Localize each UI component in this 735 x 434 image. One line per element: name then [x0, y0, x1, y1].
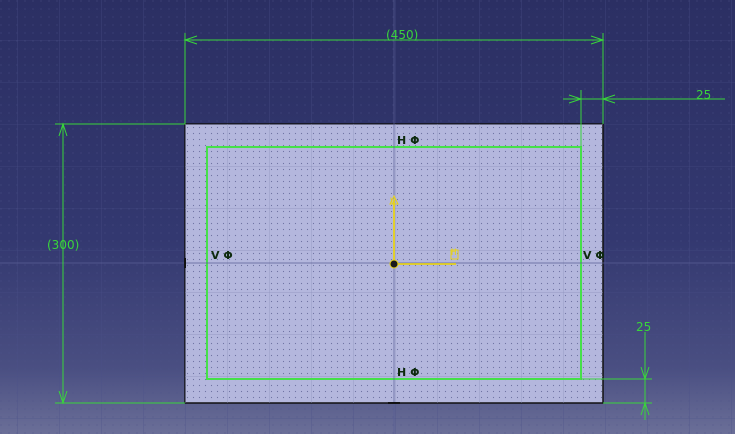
vertical-constraint-left[interactable]: V Φ — [211, 250, 233, 262]
vertical-constraint-right[interactable]: V Φ — [583, 250, 605, 262]
constraint-phi-icon: Φ — [223, 249, 233, 262]
horizontal-constraint-bottom[interactable]: H Φ — [397, 367, 419, 379]
constraint-letter: H — [397, 366, 407, 379]
sketch-viewport[interactable]: (450) 25 (300) 25 H Φ H Φ V Φ V Φ V H — [0, 0, 735, 434]
constraint-letter: V — [211, 249, 220, 262]
right-offset-dimension-value[interactable]: 25 — [696, 89, 711, 101]
sketch-h-axis-label: H — [451, 248, 457, 258]
height-dimension-value[interactable]: (300) — [47, 239, 79, 251]
bottom-offset-dimension-value[interactable]: 25 — [636, 321, 651, 333]
constraint-phi-icon: Φ — [410, 134, 420, 147]
constraint-phi-icon: Φ — [595, 249, 605, 262]
sketch-v-axis-label: V — [390, 197, 396, 207]
origin-point — [389, 259, 399, 269]
constraint-letter: V — [583, 249, 592, 262]
width-dimension-value[interactable]: (450) — [386, 29, 418, 41]
constraint-phi-icon: Φ — [410, 366, 420, 379]
constraint-letter: H — [397, 134, 407, 147]
sketch-canvas[interactable] — [0, 0, 735, 434]
horizontal-constraint-top[interactable]: H Φ — [397, 135, 419, 147]
